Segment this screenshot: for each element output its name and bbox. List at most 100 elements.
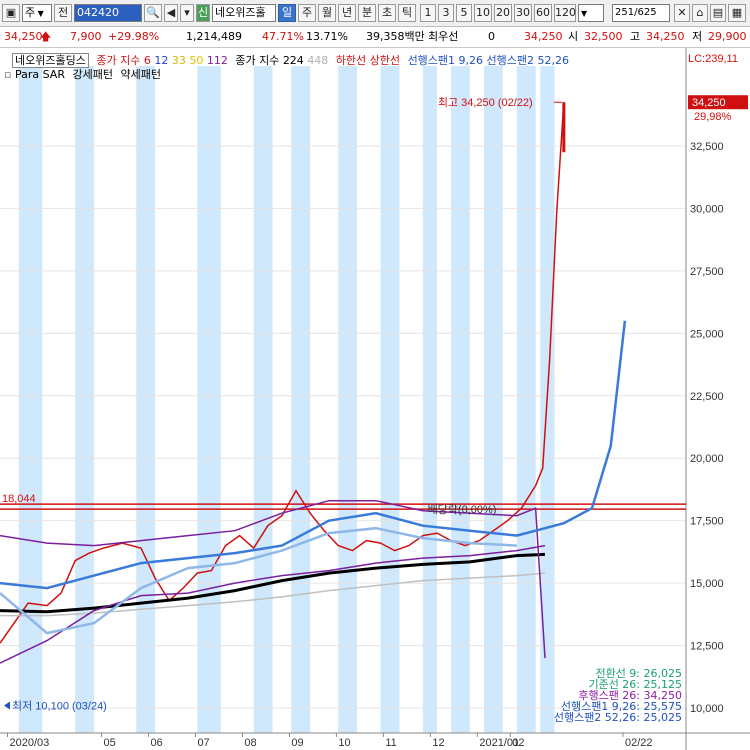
interval-30[interactable]: 30 [514,4,532,22]
page-current: 251 [615,7,635,18]
y-tick-label: 32,500 [690,141,724,153]
low-label: 저 [692,30,703,43]
x-tick-label: 11 [385,737,396,749]
ichimoku-readout: 전환선 9: 26,025 기준선 26: 25,125 후행스팬 26: 34… [554,668,682,723]
shade-band [253,66,273,733]
legend-vol-label: 종가 지수 [235,54,280,67]
open-label: 시 [568,30,579,43]
x-tick-label: 05 [103,737,115,749]
interval-60[interactable]: 60 [534,4,552,22]
bid-label: 최우선 [428,30,459,43]
period-type-select[interactable]: 주 ▼ [22,4,52,22]
price-change: 7,900 [70,30,102,43]
legend-vol-448: 448 [307,54,329,67]
y-tick-label: 12,500 [690,641,724,653]
open-price: 32,500 [584,30,623,43]
lc-label: LC:239,11 [688,53,738,65]
legend-vol-224: 224 [282,54,304,67]
x-tick-label: 02 [512,737,524,749]
x-tick-label: 07 [197,737,209,749]
y-tick-label: 10,000 [690,703,724,715]
volume: 1,214,489 [186,30,242,43]
trade-amount: 39,358백만 [366,30,425,43]
last-pct-label: 29,98% [694,111,732,123]
x-tick-label: 10 [338,737,350,749]
toolbar: ▣ 주 ▼ 전 042420 🔍 ◀ ▾ 신 네오위즈홀 일 주 월 년 분 초… [0,0,750,27]
volume-ratio: 47.71% [262,30,304,43]
x-tick-label: 06 [150,737,162,749]
chevron-down-icon[interactable]: ▾ [180,4,194,22]
low-price: 29,900 [708,30,747,43]
chart-menu-icon[interactable]: ▣ [2,4,20,22]
legend-ma-50: 50 [189,54,204,67]
up-arrow-icon: 🡅 [40,30,52,43]
turnover-ratio: 13.71% [306,30,348,43]
shade-band [516,66,536,733]
lock-icon[interactable]: ⌂ [692,4,708,22]
quote-strip: 34,250 🡅 7,900 +29.98% 1,214,489 47.71% … [0,27,750,48]
grid-icon[interactable]: ▦ [728,4,746,22]
period-tick[interactable]: 틱 [398,4,416,22]
period-monthly[interactable]: 월 [318,4,336,22]
legend-ma-33: 33 [171,54,186,67]
search-icon[interactable]: 🔍 [144,4,162,22]
page-counter[interactable]: 251/625 [612,4,670,22]
psar-icon: ▫ [4,68,12,81]
bid-value: 0 [488,30,495,43]
y-tick-label: 17,500 [690,516,724,528]
y-tick-label: 22,500 [690,391,724,403]
shade-band [18,66,43,733]
stock-name-field: 네오위즈홀 [212,4,276,22]
interval-3[interactable]: 3 [438,4,454,22]
legend-low-line: 하한선 [335,54,367,67]
current-price: 34,250 [4,30,43,43]
chart-legend-2: ▫ Para SAR 강세패턴 약세패턴 [4,66,161,82]
period-second[interactable]: 초 [378,4,396,22]
high-annotation: 최고 34,250 (02/22) [438,96,533,109]
x-tick-label: 02/22 [625,737,653,749]
period-yearly[interactable]: 년 [338,4,356,22]
shade-band [291,66,311,733]
shade-band [338,66,358,733]
period-minute[interactable]: 분 [358,4,376,22]
prev-button[interactable]: 전 [54,4,72,22]
shade-band [136,66,156,733]
shade-band [422,66,437,733]
period-type-value: 주 [25,6,36,19]
legend-span1: 선행스팬1 9,26 [407,54,484,67]
x-tick-label: 08 [244,737,256,749]
speaker-icon[interactable]: ◀ [164,4,178,22]
legend-weak: 약세패턴 [120,68,161,81]
close-icon[interactable]: ✕ [674,4,690,22]
high-label: 고 [630,30,641,43]
interval-1[interactable]: 1 [420,4,436,22]
interval-20[interactable]: 20 [494,4,512,22]
ichimoku-span2: 선행스팬2 52,26: 25,025 [553,711,682,724]
legend-ma-112: 112 [206,54,228,67]
save-icon[interactable]: ▤ [710,4,726,22]
legend-strong: 강세패턴 [72,68,113,81]
legend-high-line: 상한선 [369,54,401,67]
y-tick-label: 20,000 [690,453,724,465]
price-change-pct: +29.98% [108,30,160,43]
interval-custom-select[interactable]: ▼ [578,4,604,22]
low-annotation: 최저 10,100 (03/24) [12,700,107,713]
interval-5[interactable]: 5 [456,4,472,22]
period-weekly[interactable]: 주 [298,4,316,22]
shade-band [483,66,503,733]
stock-code-input[interactable]: 042420 [74,4,142,22]
y-tick-label: 25,000 [690,328,724,340]
price-chart[interactable]: 32,500 30,000 27,500 25,000 22,500 20,000 17,5… [0,48,750,750]
dividend-label: 배당락(0,00%) [428,503,497,516]
shade-band [380,66,400,733]
y-tick-label: 15,000 [690,578,724,590]
last-price: 34,250 [524,30,563,43]
new-badge: 신 [196,4,210,22]
interval-120[interactable]: 120 [554,4,576,22]
stock-name-value: 네오위즈홀 [215,6,266,19]
stock-chart-window: ▣ 주 ▼ 전 042420 🔍 ◀ ▾ 신 네오위즈홀 일 주 월 년 분 초… [0,0,750,750]
interval-10[interactable]: 10 [474,4,492,22]
chart-background [0,48,750,750]
x-tick-label: 09 [291,737,303,749]
period-daily[interactable]: 일 [278,4,296,22]
